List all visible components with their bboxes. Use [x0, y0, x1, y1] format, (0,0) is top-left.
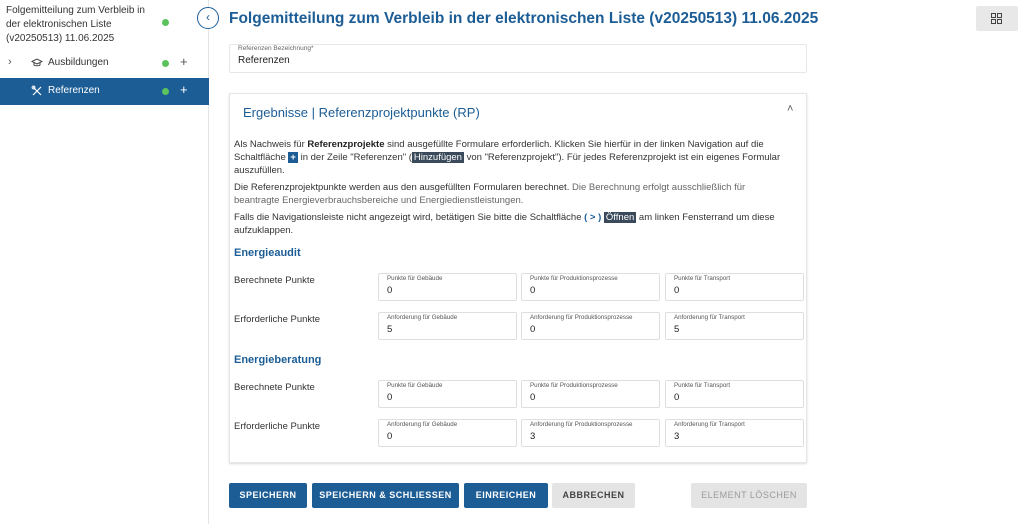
row-label: Erforderliche Punkte — [234, 421, 321, 432]
input-field[interactable]: Anforderung für Produktionsprozesse 0 — [521, 312, 660, 340]
field-value[interactable]: 3 — [530, 431, 535, 442]
save-close-button[interactable]: SPEICHERN & SCHLIESSEN — [312, 483, 459, 508]
status-dot — [162, 60, 169, 67]
field-label: Punkte für Produktionsprozesse — [530, 275, 618, 282]
oeffnen-tag: Öffnen — [603, 212, 637, 223]
section-title-energieaudit: Energieaudit — [234, 247, 301, 259]
text-bold: Referenzprojekte — [307, 139, 385, 150]
field-value[interactable]: 0 — [674, 392, 679, 403]
input-field[interactable]: Punkte für Transport 0 — [665, 380, 804, 408]
text: Falls die Navigationsleiste nicht angeze… — [234, 212, 585, 223]
sidebar: Folgemitteilung zum Verbleib in der elek… — [0, 0, 209, 524]
field-label: Punkte für Transport — [674, 275, 731, 282]
field-label: Punkte für Gebäude — [387, 275, 443, 282]
results-panel: Ergebnisse | Referenzprojektpunkte (RP) … — [229, 93, 807, 463]
input-field[interactable]: Anforderung für Gebäude 5 — [378, 312, 517, 340]
status-dot — [162, 88, 169, 95]
field-label: Anforderung für Transport — [674, 421, 745, 428]
referenzen-bezeichnung-field[interactable]: Referenzen Bezeichnung* Referenzen — [229, 44, 807, 73]
field-value[interactable]: 5 — [674, 324, 679, 335]
field-label: Anforderung für Transport — [674, 314, 745, 321]
submit-button[interactable]: EINREICHEN — [464, 483, 548, 508]
field-value[interactable]: 0 — [530, 392, 535, 403]
sidebar-form-title[interactable]: Folgemitteilung zum Verbleib in der elek… — [6, 4, 156, 46]
field-value[interactable]: Referenzen — [238, 55, 290, 66]
chevron-right-icon[interactable]: › — [8, 56, 12, 68]
field-label: Anforderung für Gebäude — [387, 421, 458, 428]
collapse-sidebar-button[interactable]: ‹ — [197, 7, 219, 29]
input-field[interactable]: Anforderung für Transport 5 — [665, 312, 804, 340]
text: Als Nachweis für — [234, 139, 308, 150]
field-value[interactable]: 0 — [387, 392, 392, 403]
add-referenz-button[interactable]: + — [180, 82, 188, 97]
save-button[interactable]: SPEICHERN — [229, 483, 307, 508]
instruction-paragraph-2: Die Referenzprojektpunkte werden aus den… — [234, 181, 789, 207]
field-value[interactable]: 5 — [387, 324, 392, 335]
field-label: Punkte für Produktionsprozesse — [530, 382, 618, 389]
input-field[interactable]: Punkte für Produktionsprozesse 0 — [521, 380, 660, 408]
field-value[interactable]: 0 — [387, 285, 392, 296]
input-field[interactable]: Anforderung für Transport 3 — [665, 419, 804, 447]
tools-icon — [31, 85, 42, 96]
input-field[interactable]: Punkte für Gebäude 0 — [378, 273, 517, 301]
text: in der Zeile "Referenzen" ( — [297, 152, 412, 163]
grid-icon — [991, 13, 1002, 24]
field-label: Punkte für Gebäude — [387, 382, 443, 389]
input-field[interactable]: Punkte für Gebäude 0 — [378, 380, 517, 408]
grid-view-button[interactable] — [976, 6, 1018, 31]
field-label: Anforderung für Produktionsprozesse — [530, 421, 633, 428]
page-title: Folgemitteilung zum Verbleib in der elek… — [229, 10, 819, 27]
field-label: Anforderung für Gebäude — [387, 314, 458, 321]
field-value[interactable]: 0 — [387, 431, 392, 442]
chevron-up-icon[interactable]: ˄ — [787, 103, 793, 115]
sidebar-item-referenzen[interactable]: Referenzen + — [0, 78, 209, 105]
field-value[interactable]: 3 — [674, 431, 679, 442]
input-field[interactable]: Punkte für Transport 0 — [665, 273, 804, 301]
plus-button-reference: + — [288, 152, 298, 163]
instruction-paragraph-3: Falls die Navigationsleiste nicht angeze… — [234, 211, 789, 237]
input-field[interactable]: Punkte für Produktionsprozesse 0 — [521, 273, 660, 301]
field-label: Punkte für Transport — [674, 382, 731, 389]
input-field[interactable]: Anforderung für Gebäude 0 — [378, 419, 517, 447]
field-value[interactable]: 0 — [530, 324, 535, 335]
add-ausbildung-button[interactable]: + — [180, 54, 188, 69]
sidebar-item-label: Ausbildungen — [48, 57, 109, 68]
hinzufuegen-tag: Hinzufügen — [411, 152, 464, 163]
graduation-cap-icon — [31, 58, 43, 67]
field-value[interactable]: 0 — [530, 285, 535, 296]
text: Die Referenzprojektpunkte werden aus den… — [234, 182, 570, 193]
sidebar-item-label: Referenzen — [48, 85, 100, 96]
panel-title[interactable]: Ergebnisse | Referenzprojektpunkte (RP) — [243, 105, 480, 120]
cancel-button[interactable]: ABBRECHEN — [552, 483, 635, 508]
row-label: Erforderliche Punkte — [234, 314, 321, 325]
section-title-energieberatung: Energieberatung — [234, 354, 322, 366]
field-label: Anforderung für Produktionsprozesse — [530, 314, 633, 321]
delete-element-button[interactable]: ELEMENT LÖSCHEN — [691, 483, 807, 508]
input-field[interactable]: Anforderung für Produktionsprozesse 3 — [521, 419, 660, 447]
text-bold: ( > ) — [584, 212, 602, 223]
sidebar-item-ausbildungen[interactable]: › Ausbildungen + — [0, 50, 209, 77]
status-dot — [162, 19, 169, 26]
row-label: Berechnete Punkte — [234, 382, 315, 393]
chevron-left-icon: ‹ — [206, 10, 210, 24]
field-label: Referenzen Bezeichnung* — [238, 45, 314, 52]
row-label: Berechnete Punkte — [234, 275, 315, 286]
instruction-paragraph-1: Als Nachweis für Referenzprojekte sind a… — [234, 138, 789, 177]
field-value[interactable]: 0 — [674, 285, 679, 296]
